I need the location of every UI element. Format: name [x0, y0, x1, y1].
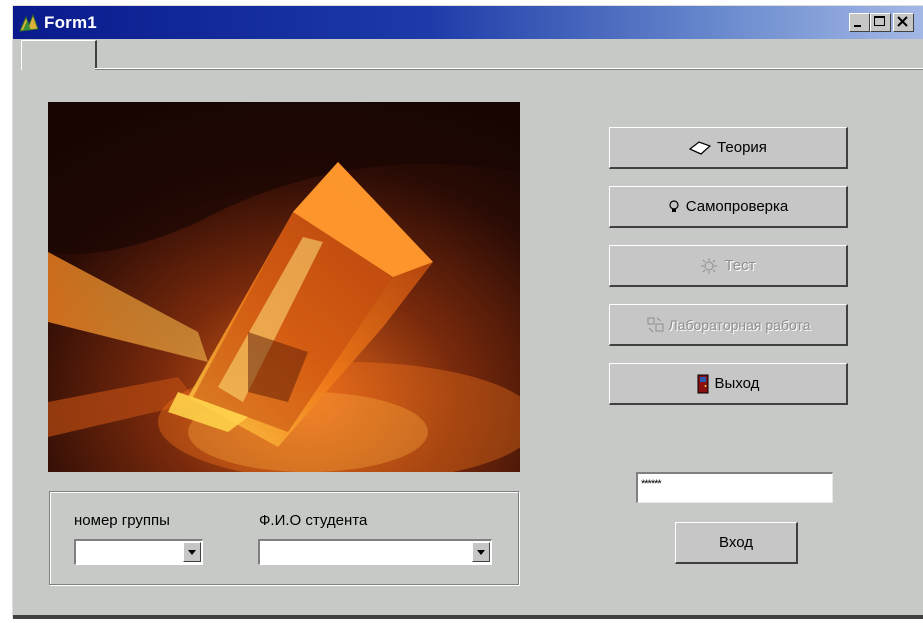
main-window: Form1 Теория Самопроверка Тест Лаборатор… [12, 5, 923, 619]
group-number-combo[interactable] [74, 539, 203, 565]
login-button-label: Вход [719, 534, 753, 551]
delphi-app-icon [19, 13, 39, 32]
theory-button-label: Теория [717, 139, 767, 156]
lab-icon [646, 316, 666, 334]
tab-page[interactable] [21, 40, 97, 70]
student-name-label: Ф.И.О студента [259, 512, 368, 529]
exit-door-icon [697, 374, 709, 394]
chevron-down-icon[interactable] [183, 542, 201, 562]
maximize-button[interactable] [870, 13, 891, 32]
lab-work-button[interactable]: Лабораторная работа [609, 304, 848, 346]
tab-strip-border-shadow [95, 69, 923, 70]
group-number-label: номер группы [74, 512, 170, 529]
self-check-button-label: Самопроверка [685, 198, 789, 215]
chevron-down-icon[interactable] [472, 542, 490, 562]
window-title: Form1 [44, 13, 97, 32]
minimize-icon [854, 25, 861, 27]
exit-button-label: Выход [714, 375, 760, 392]
password-field[interactable]: ****** [636, 472, 833, 503]
maximize-icon [874, 16, 885, 26]
minimize-button[interactable] [849, 13, 870, 32]
close-icon [897, 16, 908, 27]
window-bottom-border [13, 615, 923, 619]
student-name-combo[interactable] [258, 539, 492, 565]
theory-button[interactable]: Теория [609, 127, 848, 169]
login-button[interactable]: Вход [675, 522, 798, 564]
book-icon [689, 140, 712, 155]
prism-image [48, 102, 520, 472]
student-group-box [49, 491, 519, 585]
lightbulb-icon [668, 199, 680, 215]
self-check-button[interactable]: Самопроверка [609, 186, 848, 228]
title-bar[interactable]: Form1 [13, 6, 923, 39]
test-button-label: Тест [724, 257, 756, 274]
test-button[interactable]: Тест [609, 245, 848, 287]
light-burst-icon [700, 257, 718, 275]
close-button[interactable] [893, 13, 914, 32]
lab-work-button-label: Лабораторная работа [668, 316, 811, 333]
exit-button[interactable]: Выход [609, 363, 848, 405]
